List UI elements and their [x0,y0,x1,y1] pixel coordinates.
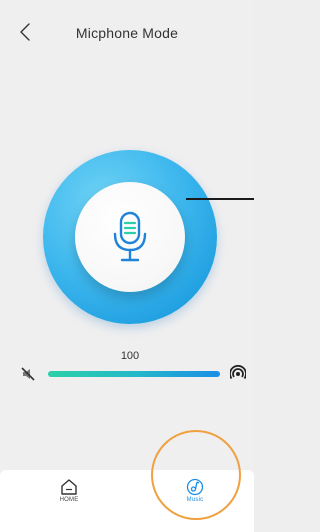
page-title: Micphone Mode [75,25,179,41]
mic-button[interactable] [75,182,185,292]
microphone-icon [113,211,147,262]
volume-slider-fill [48,371,220,377]
top-bar: Micphone Mode [0,0,254,56]
volume-slider[interactable] [48,371,220,377]
mic-dial[interactable] [43,150,217,324]
volume-value: 100 [120,350,140,362]
dial-pointer-line [186,198,254,200]
loud-icon[interactable] [229,365,247,381]
tab-music-label: Music [186,497,204,503]
music-note-icon [186,478,204,496]
tab-home-label: HOME [59,497,79,503]
mute-icon[interactable] [20,366,36,382]
bottom-nav: HOME Music [0,470,254,532]
volume-slider-row: 100 [0,350,254,390]
tab-home[interactable]: HOME [49,478,89,518]
home-icon [61,479,77,495]
app-screen: Micphone Mode 100 HOME Music [0,0,254,532]
tab-music[interactable]: Music [175,478,215,518]
